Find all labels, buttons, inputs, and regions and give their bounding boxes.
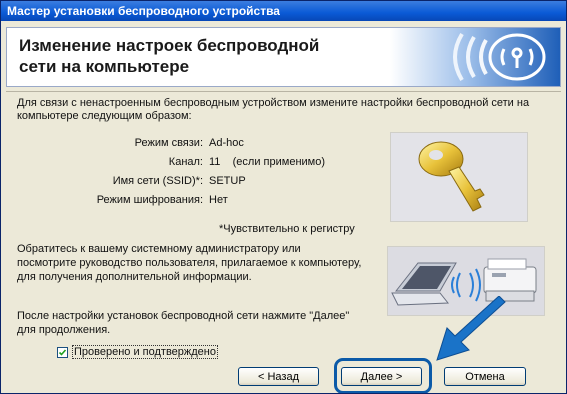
intro-text: Для связи с ненастроенным беспроводным у… [17, 97, 530, 122]
next-button-highlight [334, 358, 432, 393]
wizard-window: Мастер установки беспроводного устройств… [0, 0, 567, 394]
settings-list: Режим связи: Ad-hoc Канал: 11 (если прим… [61, 134, 381, 210]
case-note: *Чувствительно к регистру [219, 223, 355, 235]
continue-instruction-text: После настройки установок беспроводной с… [17, 310, 350, 336]
confirm-checkbox-row[interactable]: Проверено и подтверждено [57, 345, 218, 359]
admin-info-text: Обратитесь к вашему системному администр… [17, 243, 362, 283]
wireless-signal-icon [390, 28, 560, 86]
header-panel: Изменение настроек беспроводной сети на … [6, 27, 561, 87]
cancel-button[interactable]: Отмена [444, 367, 526, 386]
back-button[interactable]: < Назад [238, 367, 319, 386]
checkmark-icon [58, 348, 67, 356]
key-image [390, 132, 528, 222]
setting-row-encryption: Режим шифрования: Нет [96, 194, 228, 206]
pointer-arrow-icon [436, 296, 506, 361]
key-icon [418, 141, 485, 212]
page-title: Изменение настроек беспроводной сети на … [19, 36, 320, 76]
setting-row-channel: Канал: 11 (если применимо) [168, 156, 326, 168]
confirm-checkbox-label[interactable]: Проверено и подтверждено [72, 345, 218, 359]
setting-row-mode: Режим связи: Ad-hoc [134, 137, 244, 149]
window-title: Мастер установки беспроводного устройств… [7, 4, 280, 18]
header-divider [6, 91, 561, 92]
confirm-checkbox[interactable] [57, 346, 68, 358]
setting-row-ssid: Имя сети (SSID)*: SETUP [112, 175, 246, 187]
title-bar[interactable]: Мастер установки беспроводного устройств… [1, 1, 566, 21]
